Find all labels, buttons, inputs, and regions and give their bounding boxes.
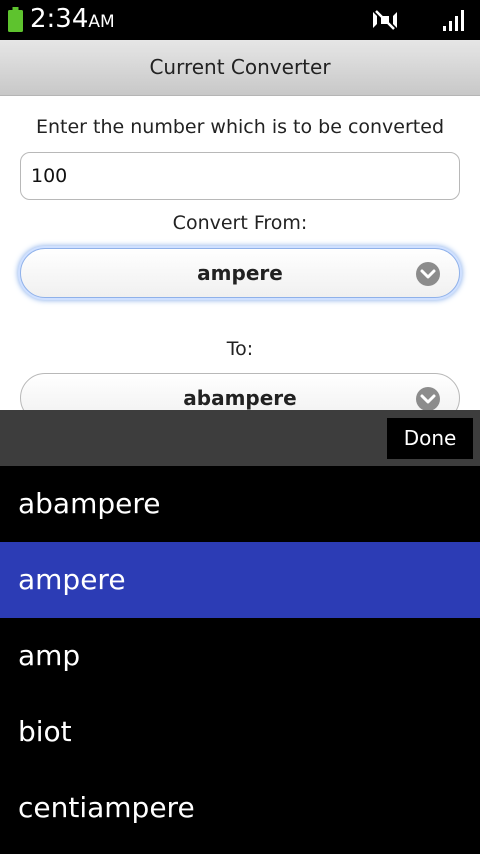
picker-item-ampere[interactable]: ampere [0,542,480,618]
picker-item-abampere[interactable]: abampere [0,466,480,542]
status-bar: 2:34AM [0,0,480,40]
convert-from-value: ampere [197,261,283,285]
picker-item-biot[interactable]: biot [0,694,480,770]
battery-icon [8,7,23,32]
page-title: Current Converter [0,40,480,96]
chevron-down-icon [416,387,440,410]
picker-item-amp[interactable]: amp [0,618,480,694]
picker-toolbar: Done [0,410,480,466]
status-time: 2:34AM [30,4,115,34]
convert-to-select[interactable]: abampere [20,373,460,410]
convert-from-label: Convert From: [172,212,308,234]
convert-from-select[interactable]: ampere [20,248,460,298]
convert-to-value: abampere [183,386,297,410]
number-label: Enter the number which is to be converte… [35,116,445,138]
chevron-down-icon [416,262,440,286]
done-button[interactable]: Done [387,418,473,459]
converter-form: Enter the number which is to be converte… [0,96,480,410]
mute-icon [373,10,397,30]
number-input[interactable] [20,152,460,200]
convert-to-label: To: [226,338,254,360]
picker-list: abampere ampere amp biot centiampere [0,466,480,854]
picker-item-centiampere[interactable]: centiampere [0,770,480,846]
signal-icon [443,10,464,31]
